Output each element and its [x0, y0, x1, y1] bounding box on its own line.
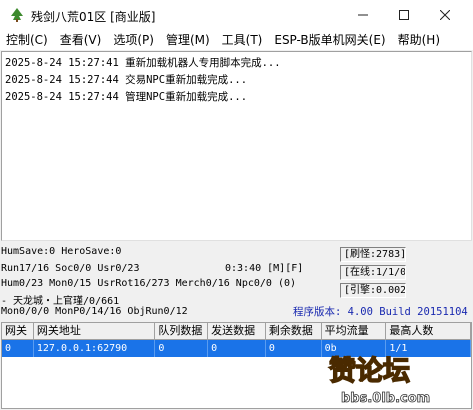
close-button[interactable]: [423, 0, 467, 30]
menu-help[interactable]: 帮助(H): [392, 30, 446, 50]
column-header[interactable]: 网关地址: [33, 323, 156, 340]
menu-options[interactable]: 选项(P): [107, 30, 160, 50]
menu-manage[interactable]: 管理(M): [160, 30, 216, 50]
table-cell: 0: [208, 340, 266, 357]
table-cell: 0: [155, 340, 209, 357]
status-panel: HumSave:0 HeroSave:0 Run17/16 Soc0/0 Usr…: [0, 242, 473, 320]
refresh-count-box: [刷怪:2783]: [340, 247, 406, 262]
uptime-status: 0:3:40 [M][F]: [225, 263, 304, 274]
object-status: Hum0/23 Mon0/15 UsrRot16/273 Merch0/16 N…: [1, 278, 297, 289]
engine-time-box: [引擎:0.0025天]: [340, 283, 406, 298]
column-header[interactable]: 网关: [2, 323, 34, 340]
menu-control[interactable]: 控制(C): [0, 30, 54, 50]
close-icon: [440, 10, 450, 20]
menu-tools[interactable]: 工具(T): [216, 30, 269, 50]
log-panel[interactable]: 2025-8-24 15:27:41 重新加载机器人专用脚本完成... 2025…: [1, 51, 472, 241]
minimize-button[interactable]: [341, 0, 385, 30]
table-header: 网关 网关地址 队列数据 发送数据 剩余数据 平均流量 最高人数: [2, 323, 471, 340]
monster-status: Mon0/0/0 MonP0/14/16 ObjRun0/12: [1, 306, 188, 317]
column-header[interactable]: 剩余数据: [265, 323, 322, 340]
watermark-url: bbs.0lb.com: [341, 391, 430, 406]
maximize-button[interactable]: [382, 0, 426, 30]
location-status: - 天龙城・上官瑾/0/661: [1, 296, 120, 307]
run-status: Run17/16 Soc0/0 Usr0/23: [1, 263, 140, 274]
log-line: 2025-8-24 15:27:41 重新加载机器人专用脚本完成...: [5, 57, 281, 69]
maximize-icon: [399, 10, 409, 20]
version-label: 程序版本: 4.00 Build 20151104: [293, 306, 468, 318]
menu-view[interactable]: 查看(V): [54, 30, 108, 50]
table-cell: 127.0.0.1:62790: [34, 340, 156, 357]
column-header[interactable]: 最高人数: [386, 323, 471, 340]
window-title: 残剑八荒01区 [商业版]: [31, 10, 156, 24]
column-header[interactable]: 发送数据: [208, 323, 266, 340]
column-header[interactable]: 队列数据: [155, 323, 209, 340]
watermark-main: 赞论坛: [329, 356, 410, 387]
online-count-box: [在线:1/1/0]: [340, 265, 406, 280]
menu-bar: 控制(C) 查看(V) 选项(P) 管理(M) 工具(T) ESP-B版单机网关…: [0, 30, 473, 50]
table-cell: 0: [266, 340, 322, 357]
save-status: HumSave:0 HeroSave:0: [1, 246, 122, 257]
forum-watermark-logo: 赞论坛 bbs.0lb.com: [328, 355, 430, 406]
column-header[interactable]: 平均流量: [321, 323, 387, 340]
menu-gateway[interactable]: ESP-B版单机网关(E): [268, 30, 391, 50]
log-line: 2025-8-24 15:27:44 交易NPC重新加载完成...: [5, 74, 248, 86]
title-bar: 残剑八荒01区 [商业版]: [0, 0, 473, 30]
minimize-icon: [358, 14, 368, 16]
tree-icon: [11, 8, 23, 22]
table-cell: 0: [2, 340, 34, 357]
log-line: 2025-8-24 15:27:44 管理NPC重新加载完成...: [5, 91, 248, 103]
